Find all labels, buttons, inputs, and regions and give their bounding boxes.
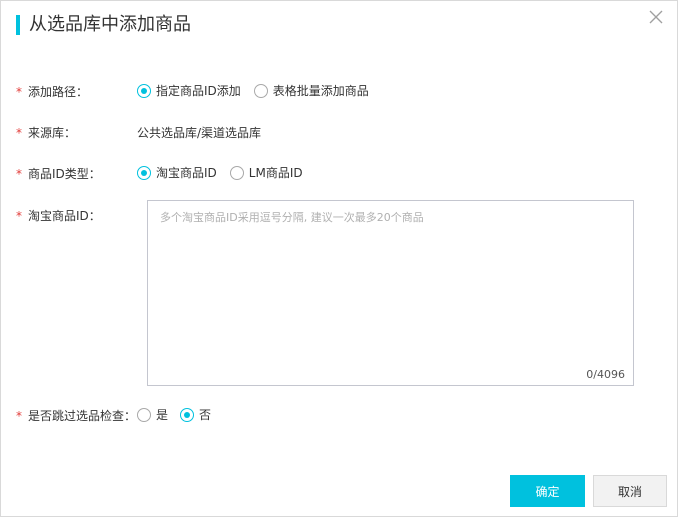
radio-unchecked-icon[interactable] bbox=[253, 83, 268, 98]
required-mark: * bbox=[16, 126, 22, 140]
radio-batch-table-label: 表格批量添加商品 bbox=[272, 84, 369, 98]
radio-unchecked-icon[interactable] bbox=[137, 407, 151, 422]
radio-taobao-id-label: 淘宝商品ID bbox=[156, 166, 217, 180]
source-label-text: 来源库： bbox=[28, 126, 77, 140]
taobao-ids-textarea[interactable] bbox=[148, 201, 633, 385]
add-product-dialog: 从选品库中添加商品 * 添加路径： 指定商品ID添加 表格批量添加商品 * 来源库：… bbox=[0, 0, 678, 517]
source-value: 公共选品库/渠道选品库 bbox=[137, 126, 262, 140]
add-path-label: * 添加路径： bbox=[16, 83, 88, 100]
skip-check-label-text: 是否跳过选品检查： bbox=[28, 409, 137, 423]
radio-skip-yes-label: 是 bbox=[156, 408, 169, 422]
radio-unchecked-icon[interactable] bbox=[229, 165, 244, 180]
radio-specify-id-label: 指定商品ID添加 bbox=[156, 84, 241, 98]
source-label: * 来源库： bbox=[16, 124, 76, 141]
radio-skip-yes[interactable]: 是 bbox=[137, 406, 168, 423]
id-type-radio-group: 淘宝商品ID LM商品ID bbox=[137, 164, 316, 181]
skip-check-radio-group: 是 否 bbox=[137, 406, 224, 423]
taobao-ids-label: * 淘宝商品ID： bbox=[16, 207, 101, 224]
dialog-title: 从选品库中添加商品 bbox=[29, 14, 191, 35]
skip-check-label: * 是否跳过选品检查： bbox=[16, 407, 136, 424]
radio-taobao-id[interactable]: 淘宝商品ID bbox=[137, 164, 217, 181]
radio-checked-icon[interactable] bbox=[137, 165, 151, 180]
radio-specify-id[interactable]: 指定商品ID添加 bbox=[137, 82, 241, 99]
close-icon[interactable] bbox=[646, 7, 666, 27]
title-accent-bar bbox=[16, 15, 20, 35]
required-mark: * bbox=[16, 409, 22, 423]
radio-checked-icon[interactable] bbox=[180, 407, 195, 422]
add-path-label-text: 添加路径： bbox=[28, 85, 89, 99]
required-mark: * bbox=[16, 209, 22, 223]
id-type-label: * 商品ID类型： bbox=[16, 165, 101, 182]
radio-lm-id[interactable]: LM商品ID bbox=[229, 164, 303, 181]
add-path-radio-group: 指定商品ID添加 表格批量添加商品 bbox=[137, 82, 382, 99]
radio-batch-table[interactable]: 表格批量添加商品 bbox=[253, 82, 369, 99]
required-mark: * bbox=[16, 167, 22, 181]
id-type-label-text: 商品ID类型： bbox=[28, 167, 101, 181]
radio-skip-no[interactable]: 否 bbox=[180, 406, 211, 423]
radio-checked-icon[interactable] bbox=[137, 83, 151, 98]
radio-skip-no-label: 否 bbox=[199, 408, 212, 422]
required-mark: * bbox=[16, 85, 22, 99]
confirm-button[interactable]: 确定 bbox=[510, 475, 585, 507]
taobao-ids-label-text: 淘宝商品ID： bbox=[28, 209, 101, 223]
taobao-ids-textarea-wrap: 0/4096 bbox=[147, 200, 634, 386]
char-counter: 0/4096 bbox=[586, 368, 625, 381]
radio-lm-id-label: LM商品ID bbox=[248, 166, 303, 180]
cancel-button[interactable]: 取消 bbox=[593, 475, 667, 507]
